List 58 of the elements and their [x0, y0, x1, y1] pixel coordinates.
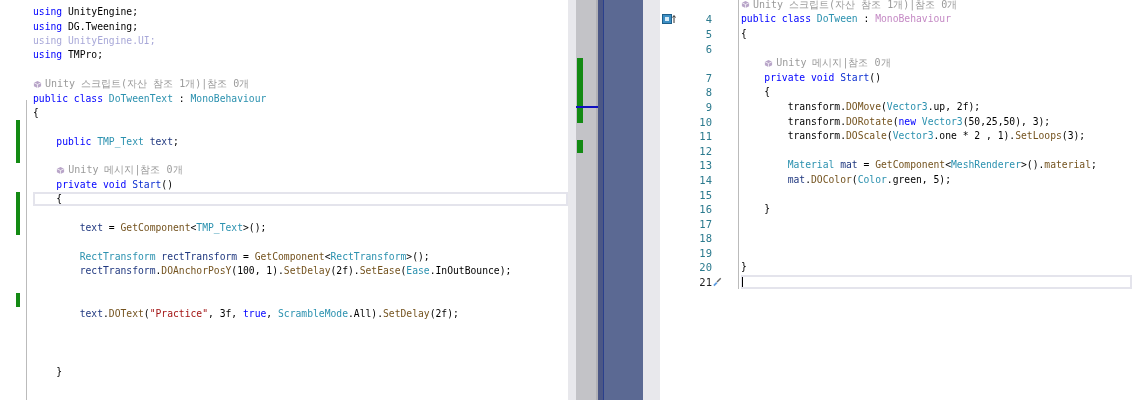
line-number: 10 — [699, 115, 712, 128]
code-line: transform.DOScale(Vector3.one * 2 , 1).SetLoops(3); — [786, 129, 1086, 144]
code-line: text = GetComponent<TMP_Text>(); — [78, 221, 267, 236]
line-number: 9 — [705, 100, 712, 113]
code-line: text.DOText("Practice", 3f, true, ScrambleMode.All).SetDelay(2f); — [78, 307, 459, 322]
codelens-hint[interactable]: Unity 스크립트(자산 참조 1개)|참조 0개 — [45, 77, 250, 92]
line-number: 18 — [699, 232, 712, 245]
cube-icon — [33, 79, 42, 89]
line-number: 7 — [705, 71, 712, 84]
code-line: private void Start() — [763, 70, 881, 85]
change-marker — [577, 58, 583, 123]
caret-position-marker — [576, 106, 598, 108]
line-number: 5 — [705, 28, 712, 40]
screwdriver-icon[interactable] — [712, 277, 722, 288]
change-marker — [577, 140, 583, 153]
line-number: 13 — [699, 159, 712, 172]
line-number: 19 — [699, 246, 712, 259]
code-line: } — [55, 364, 63, 379]
line-number: 20 — [699, 261, 712, 274]
code-line: using TMPro; — [33, 48, 103, 63]
scrollbar-track[interactable] — [568, 0, 598, 400]
code-line: using UnityEngine.UI; — [33, 33, 156, 48]
code-line: using DG.Tweening; — [33, 19, 138, 34]
line-number: 14 — [699, 173, 712, 186]
code-line: } — [741, 260, 747, 275]
line-number: 15 — [699, 188, 712, 201]
code-line: mat.DOColor(Color.green, 5); — [786, 172, 951, 187]
line-number: 16 — [699, 203, 712, 216]
code-line: transform.DORotate(new Vector3(50,25,50), 3); — [786, 114, 1051, 129]
code-line: transform.DOMove(Vector3.up, 2f); — [786, 99, 981, 114]
code-line: Material mat = GetComponent<MeshRenderer>().material; — [786, 158, 1097, 173]
line-number: 6 — [705, 42, 712, 55]
line-number: 17 — [699, 217, 712, 230]
code-line: public class DoTweenText : MonoBehaviour — [33, 91, 267, 106]
codelens-hint[interactable]: Unity 메시지|참조 0개 — [68, 163, 183, 178]
code-line: using UnityEngine; — [33, 5, 138, 20]
text-cursor — [742, 276, 743, 287]
code-line: { — [763, 85, 771, 100]
line-number: 12 — [699, 144, 712, 157]
code-line: } — [763, 202, 771, 217]
class-icon[interactable] — [662, 14, 676, 25]
cube-icon — [56, 166, 66, 175]
cube-icon — [764, 58, 774, 68]
line-number: 11 — [699, 130, 712, 143]
code-line: { — [55, 192, 63, 207]
line-number: 4 — [705, 13, 712, 26]
codelens-hint[interactable]: Unity 메시지|참조 0개 — [776, 56, 891, 71]
code-line: { — [741, 27, 747, 41]
code-line: private void Start() — [55, 177, 173, 192]
change-marker — [16, 292, 20, 308]
codelens-hint[interactable]: Unity 스크립트(자산 참조 1개)|참조 0개 — [753, 0, 958, 12]
line-number: 8 — [705, 86, 712, 99]
code-line: RectTransform rectTransform = GetComponent<RectTransform>(); — [78, 249, 430, 264]
code-line: public class DoTween : MonoBehaviour — [741, 12, 951, 27]
code-line: { — [33, 105, 39, 120]
code-line: rectTransform.DOAnchorPosY(100, 1).SetDelay(2f).SetEase(Ease.InOutBounce); — [78, 264, 512, 279]
code-line: public TMP_Text text; — [55, 134, 179, 149]
line-number: 21 — [699, 276, 712, 289]
